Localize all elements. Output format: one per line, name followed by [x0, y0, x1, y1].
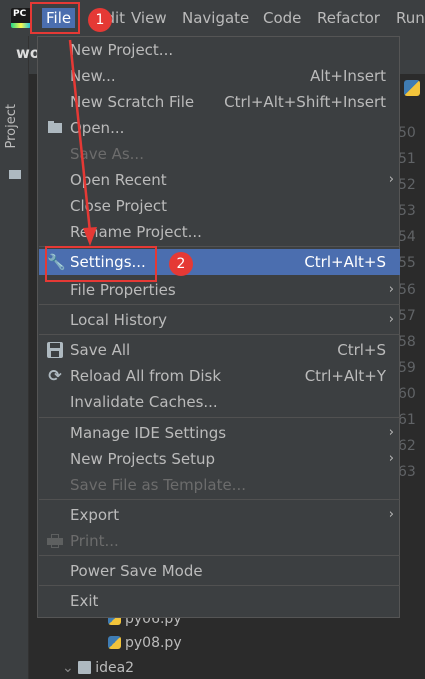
annotation-arrow [68, 39, 97, 246]
